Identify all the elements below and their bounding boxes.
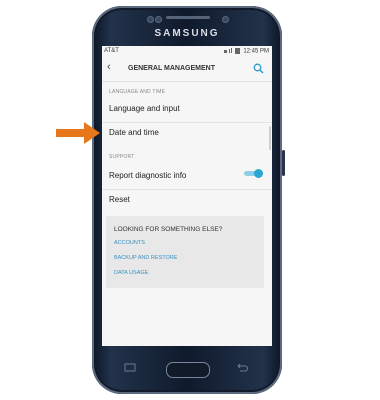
- pointer-arrow-icon: [56, 122, 100, 144]
- brand-logo: SAMSUNG: [154, 28, 220, 39]
- page-title: GENERAL MANAGEMENT: [128, 65, 215, 72]
- scrollbar[interactable]: [269, 126, 271, 150]
- diagnostic-toggle[interactable]: [244, 169, 263, 178]
- toggle-knob: [254, 169, 263, 178]
- divider: [102, 189, 272, 190]
- earpiece-speaker: [166, 16, 210, 19]
- section-header-language-time: LANGUAGE AND TIME: [109, 89, 166, 95]
- clock: 12:45 PM: [243, 48, 269, 55]
- menu-item-reset[interactable]: Reset: [109, 195, 259, 209]
- back-arrow-icon[interactable]: ‹: [107, 61, 111, 73]
- link-data-usage[interactable]: DATA USAGE: [114, 270, 148, 276]
- recent-apps-icon[interactable]: [124, 363, 136, 372]
- app-header: ‹ GENERAL MANAGEMENT: [102, 57, 272, 82]
- looking-for-heading: LOOKING FOR SOMETHING ELSE?: [114, 226, 223, 233]
- status-bar: AT&T 12:45 PM: [102, 46, 272, 57]
- power-button: [282, 150, 285, 176]
- menu-item-language-input[interactable]: Language and input: [109, 104, 259, 118]
- looking-for-panel: LOOKING FOR SOMETHING ELSE? ACCOUNTS BAC…: [106, 216, 264, 288]
- status-right: 12:45 PM: [223, 48, 269, 55]
- home-button[interactable]: [166, 362, 210, 378]
- back-key-icon[interactable]: [236, 363, 248, 372]
- sensor-icon: [155, 16, 162, 23]
- link-accounts[interactable]: ACCOUNTS: [114, 240, 145, 246]
- screen: AT&T 12:45 PM ‹ GENERAL MANAGEMENT LANGU…: [102, 46, 272, 346]
- menu-item-report-diagnostic[interactable]: Report diagnostic info: [109, 171, 259, 185]
- front-camera-icon: [147, 16, 154, 23]
- menu-item-date-time[interactable]: Date and time: [109, 128, 259, 142]
- search-icon[interactable]: [253, 63, 264, 74]
- link-backup-restore[interactable]: BACKUP AND RESTORE: [114, 255, 177, 261]
- proximity-sensor-icon: [222, 16, 229, 23]
- divider: [102, 122, 272, 123]
- section-header-support: SUPPORT: [109, 154, 135, 160]
- carrier-label: AT&T: [104, 48, 119, 54]
- signal-icon: [223, 48, 240, 54]
